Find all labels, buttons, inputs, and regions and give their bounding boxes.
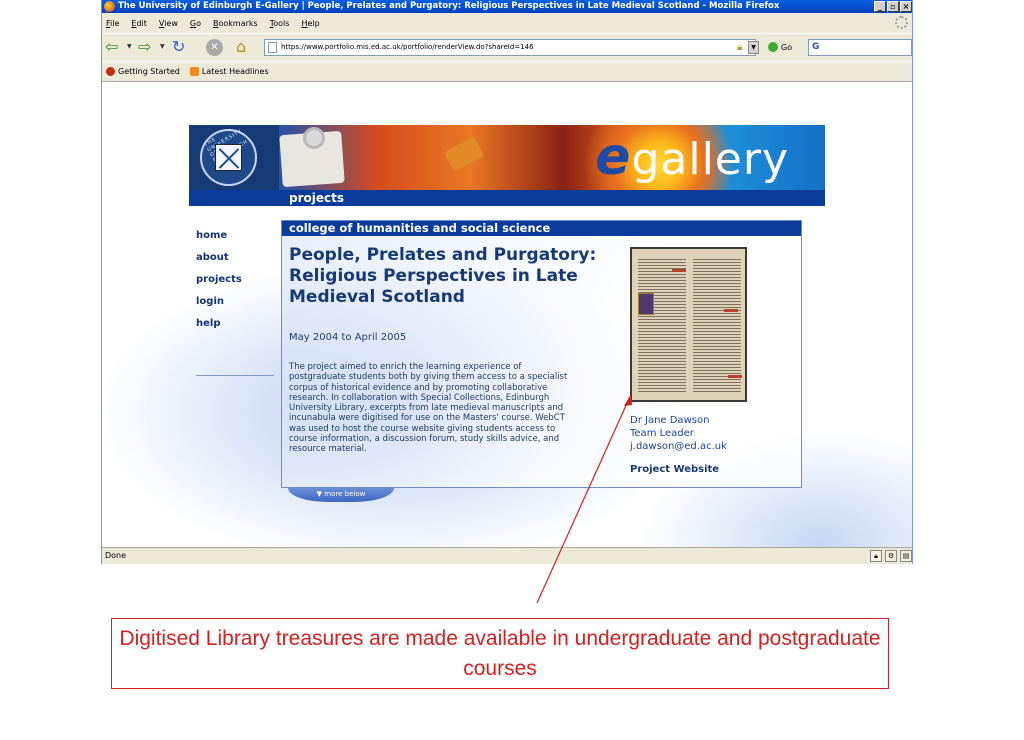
url-text: https://www.portfolio.mis.ed.ac.uk/portf… bbox=[281, 43, 534, 51]
network-plug-graphic bbox=[443, 136, 485, 172]
menu-edit[interactable]: Edit bbox=[131, 19, 147, 28]
banner-image: egallery bbox=[279, 125, 825, 190]
webcam-graphic bbox=[303, 127, 325, 149]
lock-icon: 🔒︎ bbox=[737, 42, 743, 53]
stop-icon[interactable]: ✕ bbox=[206, 39, 223, 56]
back-arrow-icon[interactable]: ⇦ bbox=[105, 38, 118, 56]
go-label: Go bbox=[781, 42, 793, 52]
rss-icon bbox=[189, 67, 199, 76]
annotation-caption-box: Digitised Library treasures are made ava… bbox=[111, 618, 889, 689]
bookmark-label: Latest Headlines bbox=[201, 67, 269, 76]
menu-tools[interactable]: Tools bbox=[270, 19, 290, 28]
lock-status-icon[interactable]: 🔒︎ bbox=[870, 550, 882, 562]
nav-projects[interactable]: projects bbox=[196, 272, 242, 294]
forward-arrow-icon[interactable]: ⇨ bbox=[138, 38, 151, 56]
nav-home[interactable]: home bbox=[196, 228, 242, 250]
section-band: projects bbox=[189, 190, 825, 206]
more-below-label: more below bbox=[324, 490, 366, 498]
window-title: The University of Edinburgh E-Gallery | … bbox=[118, 1, 780, 11]
back-dropdown-icon[interactable]: ▼ bbox=[127, 43, 132, 50]
maximize-button[interactable]: ▫ bbox=[887, 1, 899, 12]
browser-window: The University of Edinburgh E-Gallery | … bbox=[101, 0, 913, 564]
window-controls: _ ▫ × bbox=[874, 1, 912, 12]
reload-icon[interactable]: ↻ bbox=[172, 38, 185, 56]
project-dates: May 2004 to April 2005 bbox=[289, 332, 407, 343]
nav-about[interactable]: about bbox=[196, 250, 242, 272]
university-crest-block[interactable]: THE UNIVERSITY OF EDINBURGH bbox=[189, 125, 279, 190]
page-icon bbox=[268, 42, 277, 53]
url-dropdown-icon[interactable]: ▼ bbox=[748, 41, 759, 54]
college-header: college of humanities and social science bbox=[282, 221, 801, 236]
section-label: projects bbox=[289, 191, 344, 205]
contact-name: Dr Jane Dawson bbox=[630, 415, 710, 426]
navigation-toolbar: ⇦ ▼ ⇨ ▼ ↻ ✕ ⌂ https://www.portfolio.mis.… bbox=[102, 33, 912, 61]
minimize-button[interactable]: _ bbox=[874, 1, 886, 12]
more-below-tab[interactable]: ▼ more below bbox=[288, 488, 394, 502]
project-website-link[interactable]: Project Website bbox=[630, 464, 719, 475]
left-navigation: home about projects login help bbox=[196, 228, 242, 338]
illuminated-initial bbox=[638, 293, 654, 315]
project-description: The project aimed to enrich the learning… bbox=[289, 362, 568, 455]
manuscript-image[interactable] bbox=[630, 247, 747, 402]
menu-bar: File Edit View Go Bookmarks Tools Help bbox=[102, 13, 912, 33]
tools-icon[interactable]: ⚙ bbox=[885, 550, 897, 562]
rubric-mark bbox=[724, 309, 738, 312]
manuscript-text-column bbox=[638, 257, 686, 393]
contact-role: Team Leader bbox=[630, 428, 694, 439]
throbber-icon bbox=[895, 16, 908, 29]
menu-view[interactable]: View bbox=[159, 19, 178, 28]
saltire-shield-icon bbox=[215, 144, 242, 171]
menu-go[interactable]: Go bbox=[190, 19, 201, 28]
close-button[interactable]: × bbox=[900, 1, 912, 12]
menu-bookmarks[interactable]: Bookmarks bbox=[213, 19, 258, 28]
search-engine-icon: G bbox=[812, 42, 820, 52]
go-arrow-icon bbox=[768, 42, 778, 52]
nav-divider bbox=[196, 375, 274, 376]
bookmark-label: Getting Started bbox=[118, 67, 180, 76]
rubric-mark bbox=[672, 269, 686, 272]
search-input[interactable]: G bbox=[808, 39, 912, 56]
forward-dropdown-icon[interactable]: ▼ bbox=[160, 43, 165, 50]
bookmark-latest-headlines[interactable]: Latest Headlines bbox=[189, 67, 269, 76]
status-text: Done bbox=[105, 551, 127, 560]
egallery-banner: THE UNIVERSITY OF EDINBURGH egallery pro… bbox=[189, 125, 825, 206]
title-bar: The University of Edinburgh E-Gallery | … bbox=[102, 0, 912, 13]
university-crest-logo: THE UNIVERSITY OF EDINBURGH bbox=[200, 128, 257, 186]
contact-info: Dr Jane Dawson Team Leader j.dawson@ed.a… bbox=[630, 414, 727, 453]
bookmarks-toolbar: Getting Started Latest Headlines bbox=[102, 62, 912, 82]
project-title: People, Prelates and Purgatory: Religiou… bbox=[289, 245, 597, 307]
firefox-icon bbox=[104, 1, 115, 12]
status-bar: Done 🔒︎ ⚙ ▤ bbox=[102, 547, 912, 564]
menu-help[interactable]: Help bbox=[301, 19, 319, 28]
menu-file[interactable]: File bbox=[106, 19, 119, 28]
popup-icon[interactable]: ▤ bbox=[900, 550, 912, 562]
page-viewport[interactable]: THE UNIVERSITY OF EDINBURGH egallery pro… bbox=[102, 83, 912, 547]
home-icon[interactable]: ⌂ bbox=[236, 38, 246, 56]
contact-email-link[interactable]: j.dawson@ed.ac.uk bbox=[630, 440, 727, 453]
project-panel: college of humanities and social science… bbox=[281, 220, 802, 488]
url-bar[interactable]: https://www.portfolio.mis.ed.ac.uk/portf… bbox=[264, 39, 756, 56]
go-button[interactable]: Go bbox=[768, 42, 792, 52]
nav-login[interactable]: login bbox=[196, 294, 242, 316]
annotation-caption: Digitised Library treasures are made ava… bbox=[119, 627, 881, 680]
status-icons: 🔒︎ ⚙ ▤ bbox=[870, 550, 912, 562]
nav-help[interactable]: help bbox=[196, 316, 242, 338]
college-name: college of humanities and social science bbox=[289, 221, 551, 235]
bookmark-getting-started[interactable]: Getting Started bbox=[106, 67, 180, 76]
firefox-bookmark-icon bbox=[106, 67, 115, 76]
manuscript-text-column bbox=[693, 257, 741, 393]
egallery-logo: egallery bbox=[595, 127, 789, 187]
rubric-mark bbox=[728, 375, 742, 378]
